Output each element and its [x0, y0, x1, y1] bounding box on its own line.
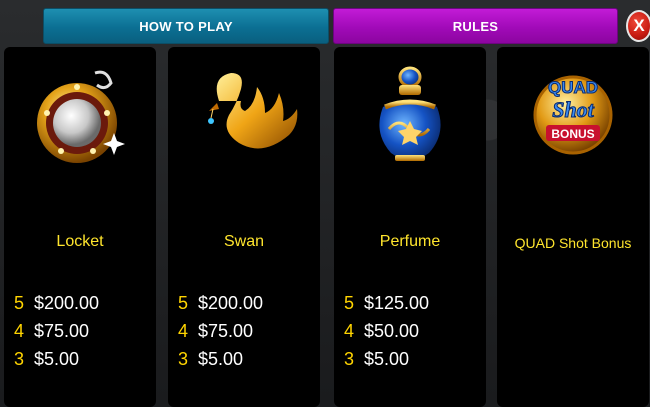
locket-icon	[4, 63, 156, 173]
symbol-name: Swan	[223, 233, 265, 250]
symbol-name: QUAD Shot Bonus	[514, 235, 632, 251]
symbol-name: Perfume	[379, 233, 441, 250]
svg-text:Shot: Shot	[552, 97, 594, 122]
quad-shot-bonus-icon: QUAD Shot BONUS	[497, 63, 649, 173]
svg-text:QUAD: QUAD	[548, 78, 598, 97]
payout-row: 4 $50.00	[344, 321, 420, 341]
paytable-card-locket: Locket 5 $200.00 4 $75.00 3 $5.00	[4, 47, 156, 407]
paytable-card-swan: Swan 5 $200.00 4 $75.00 3 $5.00	[168, 47, 320, 407]
close-button[interactable]: X	[626, 10, 650, 42]
symbol-name: Locket	[56, 233, 104, 250]
payout-row: 3 $5.00	[14, 349, 80, 369]
close-icon: X	[633, 16, 645, 35]
paytable-card-perfume: Perfume 5 $125.00 4 $50.00 3 $5.00	[334, 47, 486, 407]
payout-row: 5 $200.00	[14, 293, 100, 313]
payout-row: 4 $75.00	[14, 321, 90, 341]
tab-how-to-play[interactable]: HOW TO PLAY	[43, 8, 329, 44]
swan-icon	[168, 63, 320, 173]
payout-row: 3 $5.00	[178, 349, 244, 369]
payout-row: 4 $75.00	[178, 321, 254, 341]
perfume-icon	[334, 63, 486, 173]
payout-row: 5 $125.00	[344, 293, 430, 313]
payout-row: 5 $200.00	[178, 293, 264, 313]
paytable-card-quad-shot-bonus: QUAD Shot BONUS QUAD Shot Bonus	[497, 47, 649, 407]
tab-rules[interactable]: RULES	[333, 8, 618, 44]
svg-text:BONUS: BONUS	[551, 127, 594, 141]
payout-row: 3 $5.00	[344, 349, 410, 369]
